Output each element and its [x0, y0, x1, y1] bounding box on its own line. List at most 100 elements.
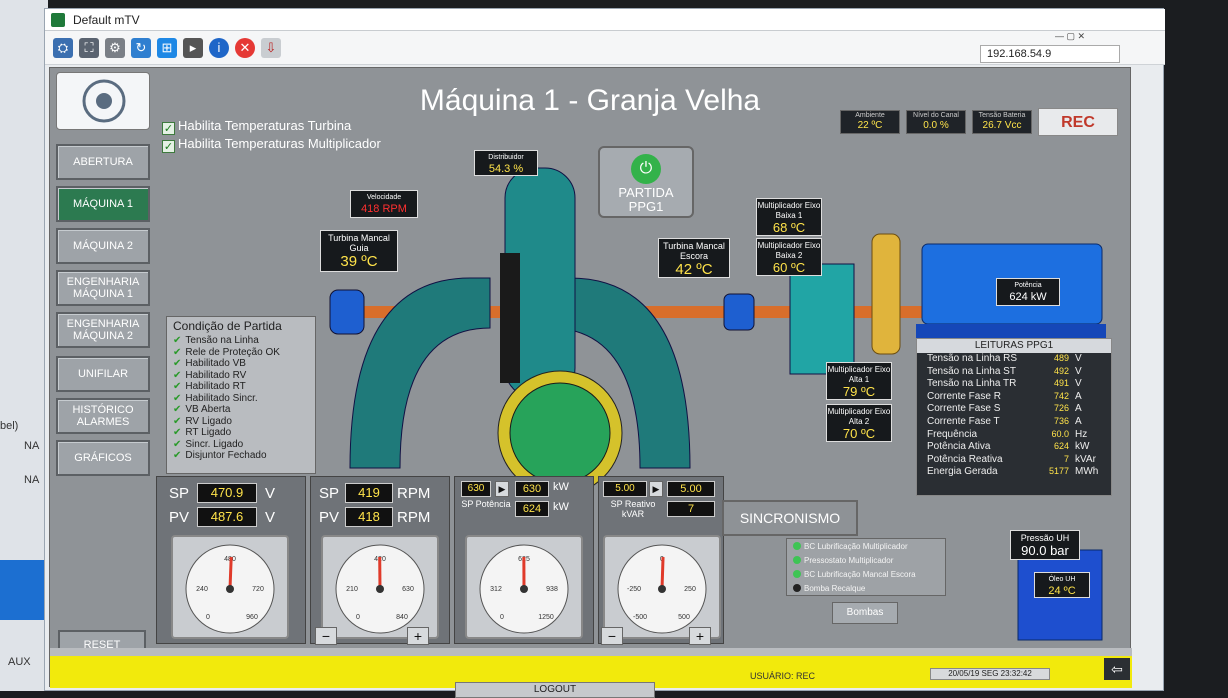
- potencia-apply-icon[interactable]: ▶: [495, 481, 509, 497]
- leitura-row: Potência Ativa624kW: [917, 441, 1111, 454]
- ip-address: 192.168.54.9: [987, 48, 1051, 60]
- gauge-hub: [520, 585, 528, 593]
- windows-icon[interactable]: ⊞: [157, 38, 177, 58]
- leituras-panel: LEITURAS PPG1 Tensão na Linha RS489V Ten…: [916, 338, 1112, 496]
- nav-historico-alarmes[interactable]: HISTÓRICO ALARMES: [56, 398, 150, 434]
- nav-abertura[interactable]: ABERTURA: [56, 144, 150, 180]
- gauge-hub: [376, 585, 384, 593]
- leitura-row: Tensão na Linha ST492V: [917, 366, 1111, 379]
- check-temperaturas-multiplicador[interactable]: ✓Habilita Temperaturas Multiplicador: [162, 136, 381, 153]
- leitura-row: Tensão na Linha TR491V: [917, 378, 1111, 391]
- reativo-gauge-panel: 5.00 ▶ 5.00 SP Reativo kVAR 7 0-250250-5…: [598, 476, 724, 644]
- usuario-value: REC: [796, 671, 815, 681]
- status-item: BC Lubrificação Mancal Escora: [793, 570, 916, 579]
- leitura-row: Corrente Fase S726A: [917, 403, 1111, 416]
- thrust-bearing: [724, 294, 754, 330]
- leitura-row: Potência Reativa7kVAr: [917, 454, 1111, 467]
- gauge-needle: [230, 557, 231, 589]
- gauge-tick-label: 500: [678, 614, 690, 621]
- turbina-mancal-escora-display: Turbina Mancal Escora 42 ºC: [658, 238, 730, 278]
- nav-unifilar[interactable]: UNIFILAR: [56, 356, 150, 392]
- rpm-gauge-panel: SP 419 RPM PV 418 RPM 4202106300840 − +: [310, 476, 450, 644]
- reativo-set-value[interactable]: 5.00: [603, 481, 647, 497]
- tensao-sp-value[interactable]: 470.9: [197, 483, 257, 503]
- background-panel: [0, 560, 48, 620]
- rpm-increase-button[interactable]: +: [407, 627, 429, 645]
- sincronismo-button[interactable]: SINCRONISMO: [722, 500, 858, 536]
- gauge-tick-label: 720: [252, 586, 264, 593]
- leitura-row: Corrente Fase T736A: [917, 416, 1111, 429]
- fullscreen-icon[interactable]: ⛶: [79, 38, 99, 58]
- condicao-item: ✔Habilitado RT: [167, 381, 315, 393]
- window-controls[interactable]: — ▢ ✕: [1055, 31, 1135, 45]
- checkbox-icon[interactable]: ✓: [162, 140, 175, 153]
- battery-voltage-box: Tensão Bateria 26.7 Vcc: [972, 110, 1032, 134]
- partida-label: PARTIDA PPG1: [600, 186, 692, 214]
- nav-maquina-1[interactable]: MÁQUINA 1: [56, 186, 150, 222]
- tensao-gauge-panel: SP 470.9 V PV 487.6 V 4802407200960: [156, 476, 306, 644]
- partida-button[interactable]: ⏻ PARTIDA PPG1: [598, 146, 694, 218]
- network-icon[interactable]: ⛭: [53, 38, 73, 58]
- export-icon[interactable]: ⇩: [261, 38, 281, 58]
- condicao-item: ✔Sincr. Ligado: [167, 439, 315, 451]
- pumps-status-panel: BC Lubrificação Multiplicador Pressostat…: [786, 538, 946, 596]
- window-title: Default mTV: [73, 13, 140, 27]
- turbina-mancal-guia-display: Turbina Mancal Guia 39 ºC: [320, 230, 398, 272]
- gear-icon[interactable]: ⚙: [105, 38, 125, 58]
- gauge-tick-label: 840: [396, 614, 408, 621]
- ip-address-field: 192.168.54.9: [980, 45, 1120, 63]
- reativo-increase-button[interactable]: +: [689, 627, 711, 645]
- refresh-icon[interactable]: ↻: [131, 38, 151, 58]
- rpm-sp-value[interactable]: 419: [345, 483, 393, 503]
- hmi-screen: Máquina 1 - Granja Velha Ambiente 22 ºC …: [49, 67, 1131, 687]
- ambient-temp-box: Ambiente 22 ºC: [840, 110, 900, 134]
- potencia-set-value[interactable]: 630: [461, 481, 491, 497]
- bombas-button[interactable]: Bombas: [832, 602, 898, 624]
- multiplicador-alta-1-display: Multiplicador Eixo Alta 1 79 ºC: [826, 362, 892, 400]
- leituras-title: LEITURAS PPG1: [917, 339, 1111, 353]
- potencia-gauge: 62531293801250: [465, 535, 583, 639]
- condicao-item: ✔Habilitado RV: [167, 370, 315, 382]
- condicao-item: ✔Tensão na Linha: [167, 335, 315, 347]
- gauge-tick-label: 250: [684, 586, 696, 593]
- reativo-apply-icon[interactable]: ▶: [649, 481, 663, 497]
- reativo-sp-value: 5.00: [667, 481, 715, 497]
- nav-maquina-2[interactable]: MÁQUINA 2: [56, 228, 150, 264]
- check-temperaturas-turbina[interactable]: ✓Habilita Temperaturas Turbina: [162, 118, 351, 135]
- leitura-row: Tensão na Linha RS489V: [917, 353, 1111, 366]
- status-item: Pressostato Multiplicador: [793, 556, 893, 565]
- reativo-decrease-button[interactable]: −: [601, 627, 623, 645]
- nav-graficos[interactable]: GRÁFICOS: [56, 440, 150, 476]
- rpm-gauge: 4202106300840: [321, 535, 439, 639]
- power-icon: ⏻: [631, 154, 661, 184]
- back-button[interactable]: ⇦: [1104, 658, 1130, 680]
- rpm-decrease-button[interactable]: −: [315, 627, 337, 645]
- nav-engenharia-maquina-1[interactable]: ENGENHARIA MÁQUINA 1: [56, 270, 150, 306]
- logout-button[interactable]: LOGOUT: [455, 682, 655, 698]
- leitura-row: Corrente Fase R742A: [917, 391, 1111, 404]
- status-item: BC Lubrificação Multiplicador: [793, 542, 908, 551]
- gauge-hub: [226, 585, 234, 593]
- flywheel: [872, 234, 900, 354]
- condicao-item: ✔Habilitado Sincr.: [167, 393, 315, 405]
- desktop-background: bel) NA NA AUX: [0, 0, 48, 691]
- potencia-sp-value: 630: [515, 481, 549, 497]
- gauge-hub: [658, 585, 666, 593]
- gauge-tick-label: 1250: [538, 614, 554, 621]
- checkbox-icon[interactable]: ✓: [162, 122, 175, 135]
- gauge-needle: [662, 557, 663, 589]
- info-icon[interactable]: i: [209, 38, 229, 58]
- brand-logo: REC: [1038, 108, 1118, 136]
- background-text: bel): [0, 420, 18, 432]
- rpm-pv-value: 418: [345, 507, 393, 527]
- close-icon[interactable]: ✕: [235, 38, 255, 58]
- condicao-item: ✔RV Ligado: [167, 416, 315, 428]
- canal-level-box: Nível do Canal 0.0 %: [906, 110, 966, 134]
- runner-inner: [510, 383, 610, 483]
- console-icon[interactable]: ▸: [183, 38, 203, 58]
- multiplicador-baixa-1-display: Multiplicador Eixo Baixa 1 68 ºC: [756, 198, 822, 236]
- nav-engenharia-maquina-2[interactable]: ENGENHARIA MÁQUINA 2: [56, 312, 150, 348]
- reativo-gauge: 0-250250-500500: [603, 535, 721, 639]
- velocidade-display: Velocidade 418 RPM: [350, 190, 418, 218]
- multiplicador-alta-2-display: Multiplicador Eixo Alta 2 70 ºC: [826, 404, 892, 442]
